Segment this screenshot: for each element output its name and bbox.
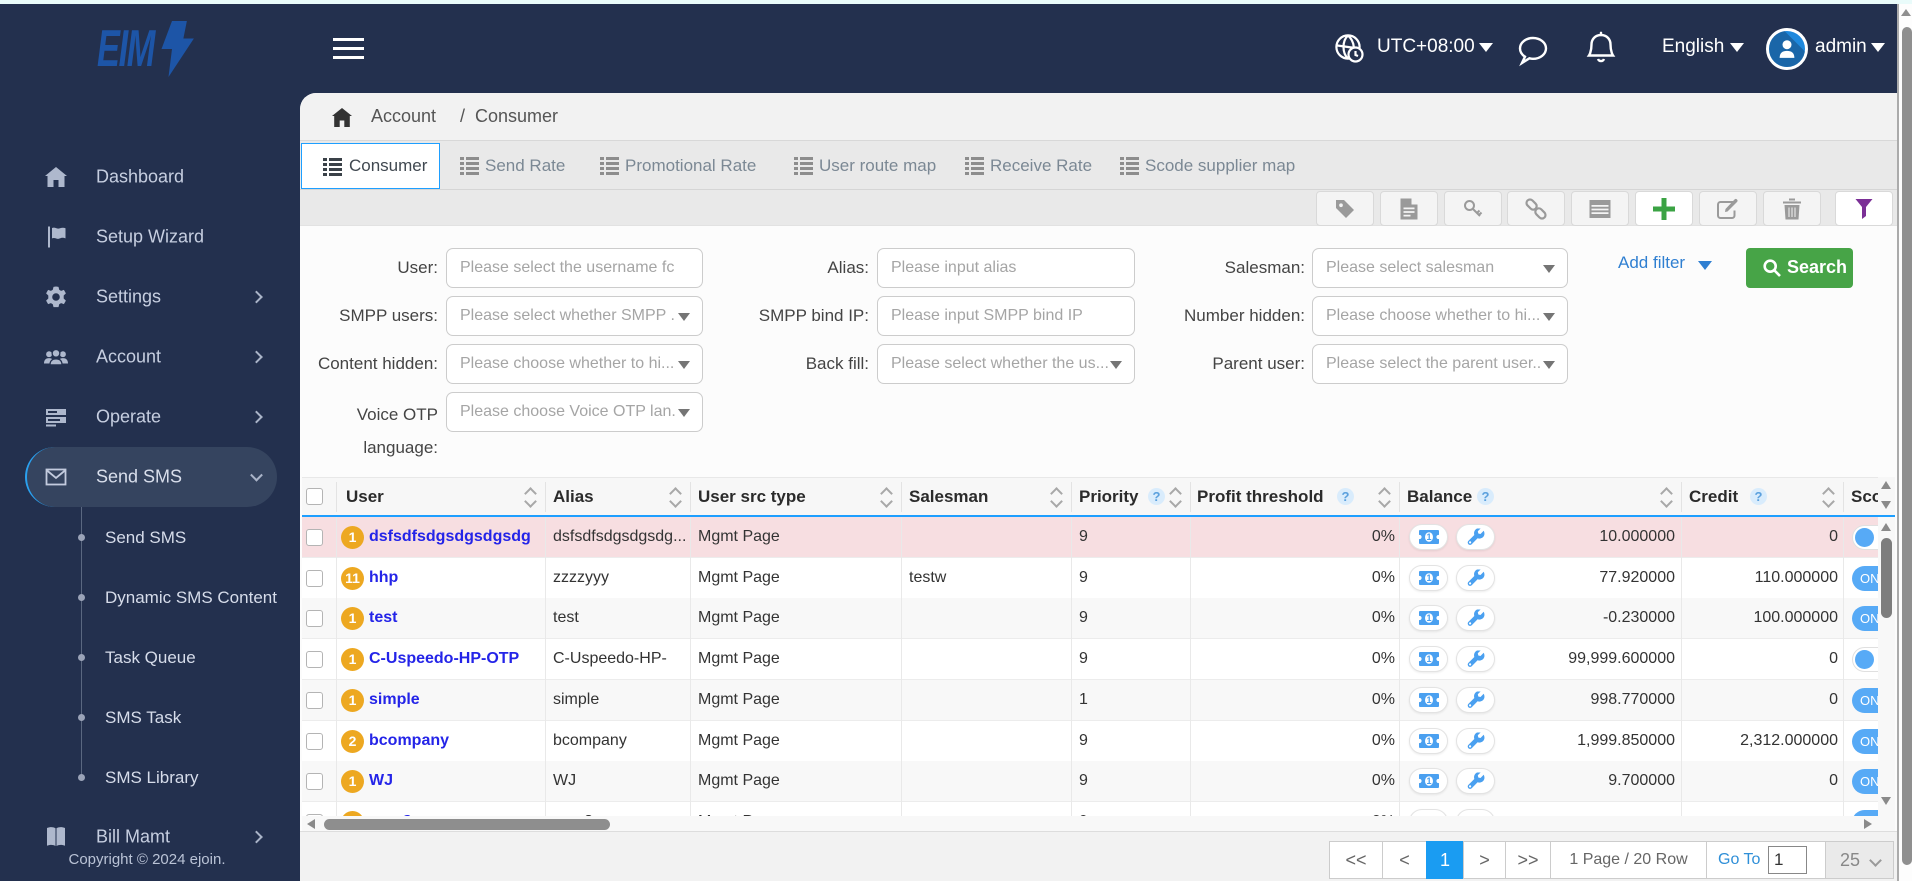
svg-text:1: 1 [1426,654,1431,664]
svg-text:1: 1 [1426,736,1431,746]
svg-text:1: 1 [1426,776,1431,786]
svg-text:1: 1 [1426,532,1431,542]
svg-text:1: 1 [1426,613,1431,623]
svg-text:1: 1 [1426,573,1431,583]
svg-text:1: 1 [1426,695,1431,705]
